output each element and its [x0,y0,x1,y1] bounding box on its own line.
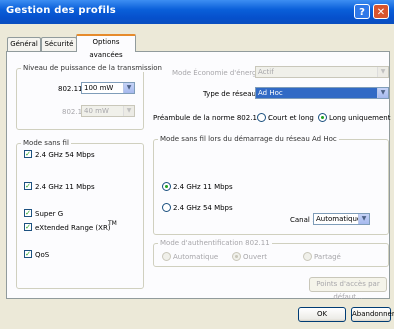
channel-value: Automatique [316,215,362,223]
radio-preamble-short-long-label: Court et long [268,114,314,122]
tab-security[interactable]: Sécurité [41,37,77,51]
checkbox-qos-label: QoS [35,251,50,259]
power-save-label: Mode Économie d'énergie : [172,69,268,77]
tab-general[interactable]: Général [7,37,41,51]
tab-advanced-options[interactable]: Options avancées [76,34,136,59]
power-bg-value: 100 mW [84,84,114,92]
network-type-label: Type de réseau : [203,90,261,98]
transmit-power-group [16,68,144,130]
ok-button[interactable]: OK [298,307,346,322]
help-button[interactable]: ? [354,4,370,19]
radio-auth-open[interactable] [232,252,241,261]
power-save-select[interactable]: Actif ▼ [255,66,389,78]
cancel-button[interactable]: Abandonner [351,307,394,322]
network-type-select[interactable]: Ad Hoc ▼ [255,87,389,99]
window-title: Gestion des profils [6,5,116,16]
default-access-points-button[interactable]: Points d'accès par défaut... [309,277,387,301]
radio-dot [235,255,238,258]
radio-preamble-long-only-label: Long uniquement [329,114,391,122]
radio-auth-shared[interactable] [303,252,312,261]
checkbox-super-g-label: Super G [35,210,64,218]
channel-select[interactable]: Automatique ▼ [313,213,370,225]
radio-dot [165,185,168,188]
channel-label: Canal : [290,216,315,224]
checkbox-qos[interactable]: ✓ [24,250,32,258]
radio-adhoc-54mbps[interactable] [162,203,171,212]
checkbox-super-g[interactable]: ✓ [24,209,32,217]
adhoc-mode-legend: Mode sans fil lors du démarrage du résea… [158,135,339,143]
auth-mode-legend: Mode d'authentification 802.11 [158,239,272,247]
radio-adhoc-11mbps-label: 2.4 GHz 11 Mbps [173,183,233,191]
radio-preamble-long-only[interactable] [318,113,327,122]
checkbox-11mbps[interactable]: ✓ [24,182,32,190]
radio-preamble-short-long[interactable] [257,113,266,122]
chevron-down-icon: ▼ [377,88,388,98]
chevron-down-icon: ▼ [123,83,134,93]
network-type-value: Ad Hoc [258,89,283,97]
checkbox-xr[interactable]: ✓ [24,223,32,231]
radio-adhoc-54mbps-label: 2.4 GHz 54 Mbps [173,204,233,212]
radio-auth-auto-label: Automatique [173,253,219,261]
radio-auth-shared-label: Partagé [314,253,341,261]
checkbox-11mbps-label: 2.4 GHz 11 Mbps [35,183,95,191]
radio-dot [321,116,324,119]
power-save-value: Actif [258,68,274,76]
radio-auth-auto[interactable] [162,252,171,261]
close-button[interactable]: ✕ [373,4,389,19]
checkbox-xr-label: eXtended Range (XR) [35,224,111,232]
power-a-value: 40 mW [84,107,109,115]
checkbox-54mbps-label: 2.4 GHz 54 Mbps [35,151,95,159]
chevron-down-icon: ▼ [377,67,388,77]
power-a-select[interactable]: 40 mW ▼ [81,105,135,117]
preamble-label: Préambule de la norme 802.11b : [153,114,271,122]
trademark-mark: TM [108,220,117,227]
checkbox-54mbps[interactable]: ✓ [24,150,32,158]
chevron-down-icon: ▼ [358,214,369,224]
wireless-mode-legend: Mode sans fil [21,139,71,147]
transmit-power-legend: Niveau de puissance de la transmission [21,64,164,72]
radio-auth-open-label: Ouvert [243,253,268,261]
power-bg-select[interactable]: 100 mW ▼ [81,82,135,94]
radio-adhoc-11mbps[interactable] [162,182,171,191]
chevron-down-icon: ▼ [123,106,134,116]
